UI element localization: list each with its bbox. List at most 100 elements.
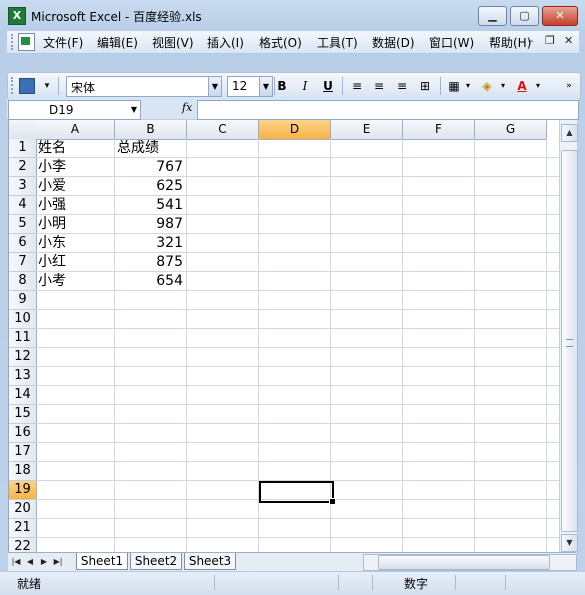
row-header-12[interactable]: 12 (9, 348, 37, 367)
last-sheet-icon[interactable]: ▶| (52, 555, 64, 568)
cell-a3[interactable]: 小爱 (38, 177, 66, 195)
cell-a6[interactable]: 小东 (38, 234, 66, 252)
cell-b3[interactable]: 625 (115, 177, 183, 195)
save-icon[interactable] (19, 78, 35, 94)
chevron-down-icon[interactable]: ▾ (533, 77, 543, 95)
scroll-down-icon[interactable]: ▼ (561, 534, 578, 552)
font-name-select[interactable]: 宋体 ▼ (66, 76, 222, 97)
row-header-2[interactable]: 2 (9, 158, 37, 177)
font-size-select[interactable]: 12 ▼ (227, 76, 273, 97)
cell-a8[interactable]: 小考 (38, 272, 66, 290)
chevron-down-icon[interactable]: ▾ (498, 77, 508, 95)
align-left-icon[interactable]: ≡ (348, 77, 366, 95)
cell-a1[interactable]: 姓名 (38, 139, 66, 157)
menu-file[interactable]: 文件(F) (43, 34, 83, 51)
cell-a7[interactable]: 小红 (38, 253, 66, 271)
active-cell-d19[interactable] (259, 481, 334, 503)
row-header-10[interactable]: 10 (9, 310, 37, 329)
chevron-down-icon[interactable]: ▼ (208, 77, 221, 96)
row-header-16[interactable]: 16 (9, 424, 37, 443)
vertical-scroll-thumb[interactable] (561, 150, 578, 532)
menu-format[interactable]: 格式(O) (259, 34, 302, 51)
chevron-down-icon[interactable]: ▼ (128, 101, 140, 119)
row-header-19[interactable]: 19 (9, 481, 37, 500)
column-header-f[interactable]: F (403, 120, 475, 140)
menu-grip[interactable] (11, 34, 16, 50)
cell-b1[interactable]: 总成绩 (117, 139, 159, 157)
maximize-button[interactable]: ▢ (510, 6, 539, 26)
row-header-11[interactable]: 11 (9, 329, 37, 348)
row-header-17[interactable]: 17 (9, 443, 37, 462)
toolbar-options-icon[interactable]: ▾ (41, 77, 53, 95)
row-header-21[interactable]: 21 (9, 519, 37, 538)
select-all-button[interactable] (9, 120, 37, 140)
cell-a2[interactable]: 小李 (38, 158, 66, 176)
menu-edit[interactable]: 编辑(E) (97, 34, 138, 51)
formula-input[interactable] (197, 100, 579, 120)
horizontal-scroll-thumb[interactable] (378, 555, 550, 570)
cell-a5[interactable]: 小明 (38, 215, 66, 233)
row-header-6[interactable]: 6 (9, 234, 37, 253)
align-right-icon[interactable]: ≡ (393, 77, 411, 95)
cell-b7[interactable]: 875 (115, 253, 183, 271)
chevron-down-icon[interactable]: ▼ (259, 77, 272, 96)
fill-handle[interactable] (329, 498, 336, 505)
align-center-icon[interactable]: ≡ (370, 77, 388, 95)
cell-b6[interactable]: 321 (115, 234, 183, 252)
borders-icon[interactable]: ▦ (445, 77, 463, 95)
doc-restore-icon[interactable]: ❐ (545, 34, 555, 47)
row-header-22[interactable]: 22 (9, 538, 37, 552)
menu-insert[interactable]: 插入(I) (207, 34, 244, 51)
doc-close-icon[interactable]: ✕ (564, 34, 573, 47)
column-header-c[interactable]: C (187, 120, 259, 140)
name-box[interactable]: D19 ▼ (8, 100, 141, 120)
cell-b5[interactable]: 987 (115, 215, 183, 233)
insert-function-icon[interactable]: fx (182, 101, 192, 114)
column-header-g[interactable]: G (475, 120, 547, 140)
cell-b8[interactable]: 654 (115, 272, 183, 290)
horizontal-scrollbar[interactable] (363, 554, 577, 571)
row-header-15[interactable]: 15 (9, 405, 37, 424)
tab-sheet1[interactable]: Sheet1 (76, 553, 128, 570)
tab-sheet3[interactable]: Sheet3 (184, 553, 236, 570)
menu-tools[interactable]: 工具(T) (317, 34, 358, 51)
menu-window[interactable]: 窗口(W) (429, 34, 474, 51)
merge-center-icon[interactable]: ⊞ (416, 77, 434, 95)
column-header-a[interactable]: A (36, 120, 115, 140)
cell-a4[interactable]: 小强 (38, 196, 66, 214)
menu-help[interactable]: 帮助(H) (489, 34, 531, 51)
row-header-7[interactable]: 7 (9, 253, 37, 272)
scroll-up-icon[interactable]: ▲ (561, 124, 578, 142)
italic-button[interactable]: I (296, 77, 314, 95)
cell-b2[interactable]: 767 (115, 158, 183, 176)
underline-button[interactable]: U (319, 77, 337, 95)
row-header-14[interactable]: 14 (9, 386, 37, 405)
font-color-icon[interactable]: A (513, 77, 531, 95)
row-header-4[interactable]: 4 (9, 196, 37, 215)
row-header-8[interactable]: 8 (9, 272, 37, 291)
tab-sheet2[interactable]: Sheet2 (130, 553, 182, 570)
minimize-button[interactable]: ▁ (478, 6, 507, 26)
menu-data[interactable]: 数据(D) (372, 34, 415, 51)
fill-color-icon[interactable]: ◈ (478, 77, 496, 95)
first-sheet-icon[interactable]: |◀ (10, 555, 22, 568)
row-header-18[interactable]: 18 (9, 462, 37, 481)
menu-view[interactable]: 视图(V) (152, 34, 194, 51)
worksheet-grid[interactable]: A B C D E F G 1 2 3 4 5 6 7 8 9 10 11 12 13 14 15 16 17 18 19 20 21… (8, 120, 560, 552)
doc-minimize-icon[interactable]: – (528, 34, 534, 47)
prev-sheet-icon[interactable]: ◀ (24, 555, 36, 568)
workbook-icon[interactable] (18, 33, 35, 51)
vertical-scrollbar[interactable]: ▲ ▼ (559, 120, 578, 552)
row-header-1[interactable]: 1 (9, 139, 37, 158)
row-header-13[interactable]: 13 (9, 367, 37, 386)
toolbar-grip[interactable] (11, 77, 16, 94)
next-sheet-icon[interactable]: ▶ (38, 555, 50, 568)
column-header-b[interactable]: B (115, 120, 187, 140)
excel-icon[interactable]: X (8, 7, 26, 25)
row-header-20[interactable]: 20 (9, 500, 37, 519)
chevron-down-icon[interactable]: ▾ (463, 77, 473, 95)
row-header-9[interactable]: 9 (9, 291, 37, 310)
toolbar-options-icon[interactable]: » (563, 77, 575, 95)
close-button[interactable]: ✕ (542, 6, 578, 26)
column-header-e[interactable]: E (331, 120, 403, 140)
